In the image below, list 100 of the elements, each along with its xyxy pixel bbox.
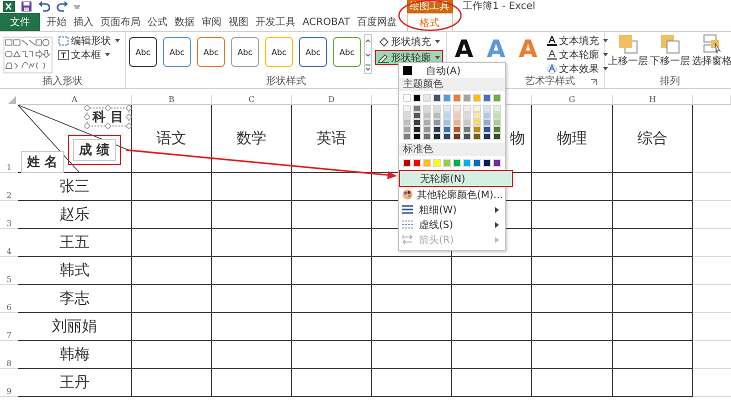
color-swatch[interactable] [403,133,411,140]
ribbon-tab[interactable]: 数据 [171,13,198,31]
column-header[interactable]: C [212,95,292,105]
ribbon-tab[interactable]: 开发工具 [252,13,299,31]
color-swatch[interactable] [423,126,431,133]
text-fill-button[interactable]: 文本填充 [545,34,610,47]
row-header[interactable]: 5 [0,257,18,285]
column-header[interactable] [693,95,731,105]
color-swatch[interactable] [493,119,501,126]
color-swatch[interactable] [493,94,501,102]
color-swatch[interactable] [423,94,431,102]
row-header[interactable]: 8 [0,341,18,369]
color-swatch[interactable] [463,112,471,119]
row-header[interactable]: 4 [0,229,18,257]
shape-fill-button[interactable]: 形状填充 [376,35,442,48]
color-swatch[interactable] [423,105,431,112]
text-box[interactable]: 成 绩 [73,139,116,161]
gallery-scroll-icon[interactable] [364,34,372,74]
row-header[interactable]: 1 [0,105,18,173]
color-swatch[interactable] [413,105,421,112]
shape-style-preset[interactable]: Abc [299,37,327,67]
menu-item[interactable]: 无轮廓(N) [400,171,512,186]
color-swatch[interactable] [483,112,491,119]
color-swatch[interactable] [443,112,451,119]
color-swatch[interactable] [433,133,441,140]
dialog-launcher-icon[interactable] [591,79,597,85]
color-swatch[interactable] [453,119,461,126]
shape-style-preset[interactable]: Abc [231,37,259,67]
column-header[interactable]: H [613,95,693,105]
text-outline-button[interactable]: 文本轮廓 [545,48,610,61]
color-swatch[interactable] [413,133,421,140]
color-swatch[interactable] [483,105,491,112]
ribbon-tab[interactable]: 审阅 [198,13,225,31]
color-swatch[interactable] [493,159,501,167]
color-swatch[interactable] [443,119,451,126]
color-swatch[interactable] [433,119,441,126]
ribbon-tab[interactable]: 格式 [406,13,452,31]
file-tab[interactable]: 文件 [0,13,40,31]
color-swatch[interactable] [443,126,451,133]
color-swatch[interactable] [463,133,471,140]
color-swatch[interactable] [413,159,421,167]
color-swatch[interactable] [453,105,461,112]
color-swatch[interactable] [473,105,481,112]
send-backward-button[interactable]: 下移一层 [650,34,690,68]
column-header[interactable]: D [292,95,372,105]
color-swatch[interactable] [453,126,461,133]
ribbon-tab[interactable]: 百度网盘 [354,13,400,31]
shape-style-preset[interactable]: Abc [265,37,293,67]
color-swatch[interactable] [433,112,441,119]
row-header[interactable]: 3 [0,201,18,229]
save-icon[interactable] [21,1,32,12]
column-header[interactable]: A [18,95,132,105]
color-swatch[interactable] [473,133,481,140]
color-swatch[interactable] [453,133,461,140]
color-swatch[interactable] [483,159,491,167]
color-swatch[interactable] [473,159,481,167]
customize-menu-icon[interactable] [74,4,80,10]
color-swatch[interactable] [443,105,451,112]
color-swatch[interactable] [413,126,421,133]
color-swatch[interactable] [403,159,411,167]
menu-item[interactable]: 粗细(W) [399,202,505,217]
shape-style-preset[interactable]: Abc [197,37,225,67]
edit-shape-button[interactable]: 编辑形状 [56,34,122,47]
ribbon-tab[interactable]: 插入 [70,13,97,31]
color-swatch[interactable] [453,112,461,119]
wordart-style-preset[interactable]: A [450,34,478,64]
ribbon-tab[interactable]: 公式 [144,13,171,31]
menu-item[interactable]: 虚线(S) [399,217,505,232]
color-swatch[interactable] [403,105,411,112]
color-swatch[interactable] [443,133,451,140]
bring-forward-button[interactable]: 上移一层 [608,34,648,68]
color-swatch[interactable] [403,112,411,119]
column-header[interactable]: G [532,95,613,105]
ribbon-tab[interactable]: 开始 [43,13,70,31]
shape-style-preset[interactable]: Abc [333,37,361,67]
color-swatch[interactable] [473,126,481,133]
color-swatch[interactable] [493,112,501,119]
color-swatch[interactable] [433,126,441,133]
text-box[interactable]: 姓 名 [21,151,64,173]
color-swatch[interactable] [453,159,461,167]
color-swatch[interactable] [473,119,481,126]
color-swatch[interactable] [433,159,441,167]
redo-icon[interactable] [56,1,68,12]
color-swatch[interactable] [443,94,451,102]
row-header[interactable]: 6 [0,285,18,313]
ribbon-tab[interactable]: 视图 [225,13,252,31]
row-header[interactable]: 9 [0,369,18,397]
color-swatch[interactable] [403,94,411,102]
menu-item[interactable]: 自动(A) [399,63,505,78]
color-swatch[interactable] [463,105,471,112]
color-swatch[interactable] [413,119,421,126]
color-swatch[interactable] [433,105,441,112]
row-header[interactable]: 7 [0,313,18,341]
shape-outline-button[interactable]: 形状轮廓 [376,51,442,64]
column-header[interactable]: B [132,95,212,105]
color-swatch[interactable] [423,133,431,140]
color-swatch[interactable] [423,159,431,167]
color-swatch[interactable] [493,126,501,133]
undo-icon[interactable] [38,1,50,12]
row-header[interactable]: 2 [0,173,18,201]
